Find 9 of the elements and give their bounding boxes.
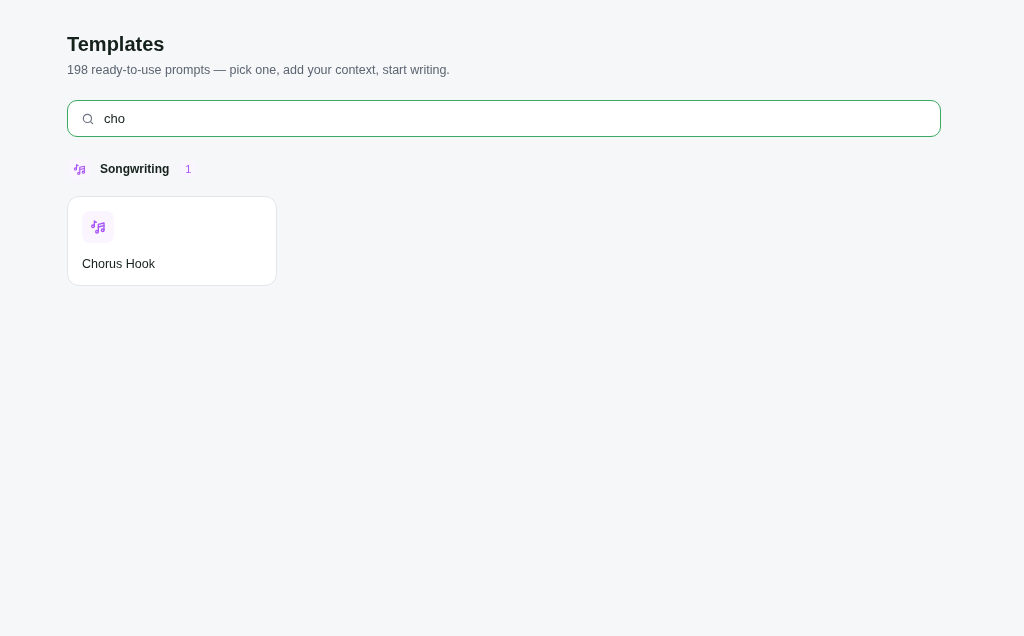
- category-heading: Songwriting: [100, 161, 170, 178]
- template-count: 1: [180, 160, 197, 178]
- music-notes-icon: [82, 211, 114, 243]
- page-title: Templates: [67, 32, 165, 57]
- search-field[interactable]: cho: [67, 100, 941, 137]
- music-notes-icon: [67, 157, 91, 181]
- page-subtitle: 198 ready-to-use prompts — pick one, add your context, start writing.: [67, 62, 450, 78]
- template-title: Chorus Hook: [82, 256, 155, 272]
- template-card[interactable]: Chorus Hook: [67, 196, 277, 286]
